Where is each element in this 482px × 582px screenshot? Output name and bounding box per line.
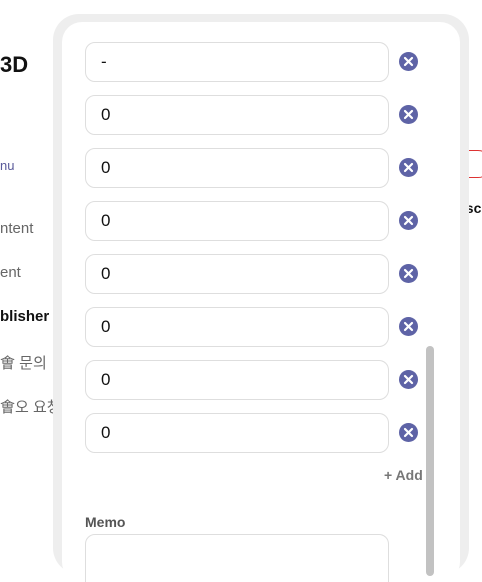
publisher-field-input[interactable]: [85, 42, 389, 82]
remove-field-button[interactable]: [399, 52, 418, 71]
remove-field-button[interactable]: [399, 370, 418, 389]
close-circle-icon: [403, 427, 414, 438]
publisher-field-input[interactable]: [85, 201, 389, 241]
sidebar-item-request[interactable]: 㑹오 요청: [0, 396, 61, 417]
memo-label: Memo: [85, 514, 126, 530]
publisher-field-row: [85, 413, 418, 453]
publisher-field-row: [85, 148, 418, 188]
close-circle-icon: [403, 215, 414, 226]
close-circle-icon: [403, 268, 414, 279]
remove-field-button[interactable]: [399, 423, 418, 442]
close-circle-icon: [403, 374, 414, 385]
publisher-field-input[interactable]: [85, 148, 389, 188]
publisher-field-row: [85, 42, 418, 82]
publisher-field-input[interactable]: [85, 307, 389, 347]
remove-field-button[interactable]: [399, 317, 418, 336]
publisher-field-row: [85, 201, 418, 241]
publisher-field-input[interactable]: [85, 254, 389, 294]
publisher-field-input[interactable]: [85, 413, 389, 453]
publisher-field-input[interactable]: [85, 95, 389, 135]
remove-field-button[interactable]: [399, 211, 418, 230]
sidebar-item-content[interactable]: ntent: [0, 220, 33, 237]
publisher-field-row: [85, 307, 418, 347]
add-field-button[interactable]: + Add: [384, 467, 423, 483]
publisher-field-row: [85, 360, 418, 400]
brand-logo-text: 3D: [0, 52, 29, 77]
add-publisher-modal: Add Publisher: [62, 22, 460, 582]
sidebar-menu-title: nu: [0, 158, 15, 173]
memo-textarea[interactable]: [85, 534, 389, 582]
publisher-field-row: [85, 95, 418, 135]
sidebar-item-publisher[interactable]: blisher: [0, 308, 49, 325]
close-circle-icon: [403, 109, 414, 120]
remove-field-button[interactable]: [399, 158, 418, 177]
sidebar-item-event[interactable]: ent: [0, 264, 21, 281]
remove-field-button[interactable]: [399, 264, 418, 283]
sidebar-item-inquiry[interactable]: 㑹 문의: [0, 352, 47, 373]
publisher-field-row: [85, 254, 418, 294]
modal-scrollbar-thumb[interactable]: [426, 346, 434, 576]
close-circle-icon: [403, 321, 414, 332]
publisher-field-input[interactable]: [85, 360, 389, 400]
remove-field-button[interactable]: [399, 105, 418, 124]
close-circle-icon: [403, 162, 414, 173]
close-circle-icon: [403, 56, 414, 67]
